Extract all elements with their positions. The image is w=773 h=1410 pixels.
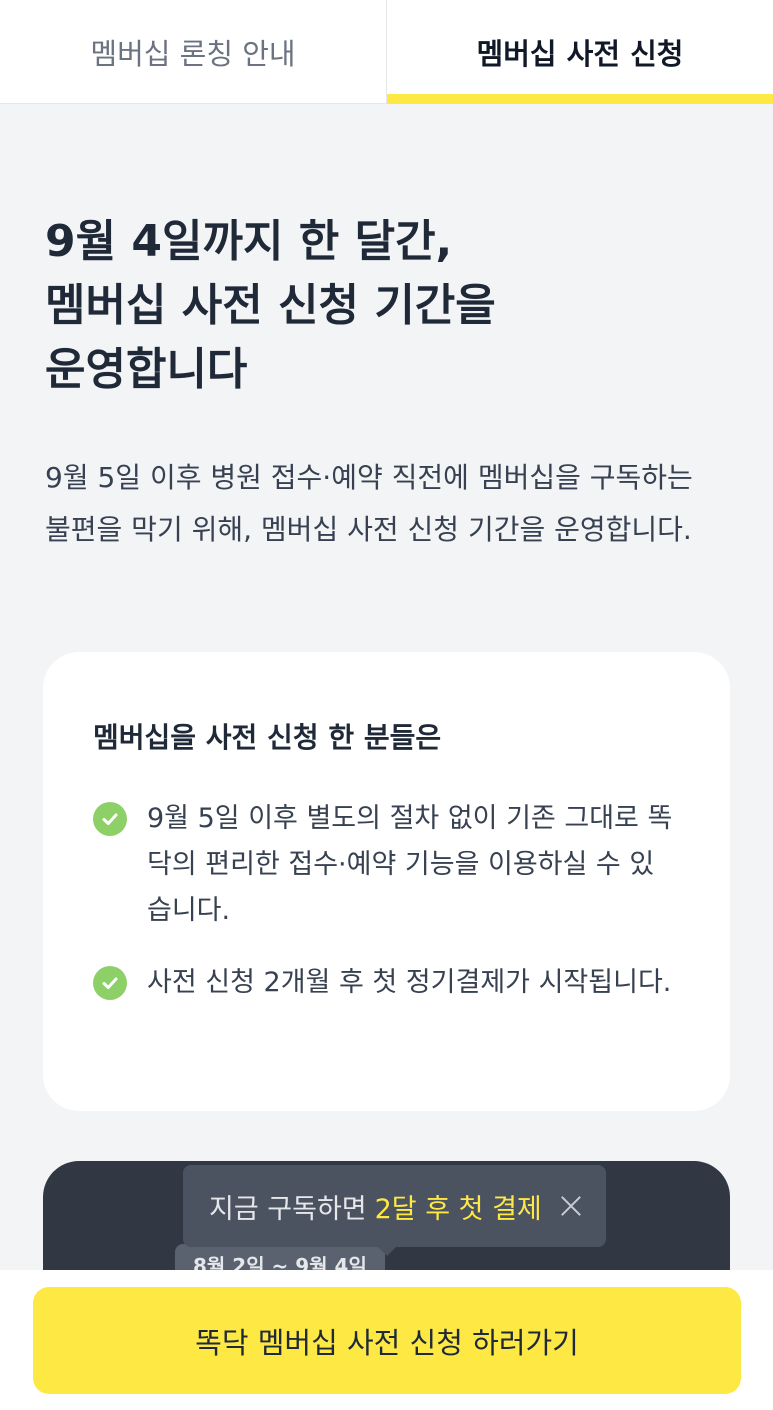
benefits-card: 멤버십을 사전 신청 한 분들은 9월 5일 이후 별도의 절차 없이 기존 그… <box>43 652 730 1111</box>
benefit-item-text: 사전 신청 2개월 후 첫 정기결제가 시작됩니다. <box>147 967 672 998</box>
page-description: 9월 5일 이후 병원 접수·예약 직전에 멤버십을 구독하는 불편을 막기 위… <box>45 461 693 546</box>
benefit-item: 9월 5일 이후 별도의 절차 없이 기존 그대로 똑닥의 편리한 접수·예약 … <box>93 796 683 934</box>
benefit-item-text: 9월 5일 이후 별도의 절차 없이 기존 그대로 똑닥의 편리한 접수·예약 … <box>147 803 673 926</box>
check-circle-icon <box>93 966 127 1000</box>
tab-membership-pre-registration[interactable]: 멤버십 사전 신청 <box>386 0 773 104</box>
page-headline: 9월 4일까지 한 달간, 멤버십 사전 신청 기간을 운영합니다 <box>45 216 496 395</box>
tooltip-highlight: 2달 후 첫 결제 <box>374 1193 542 1225</box>
close-icon[interactable] <box>558 1193 584 1219</box>
tab-membership-launch-info[interactable]: 멤버십 론칭 안내 <box>0 0 386 103</box>
main-content: 9월 4일까지 한 달간, 멤버십 사전 신청 기간을 운영합니다 9월 5일 … <box>0 104 773 1270</box>
pre-register-button[interactable]: 똑닥 멤버십 사전 신청 하러가기 <box>33 1287 741 1394</box>
tab-bar: 멤버십 론칭 안내 멤버십 사전 신청 <box>0 0 773 104</box>
bottom-action-bar: 똑닥 멤버십 사전 신청 하러가기 <box>0 1270 773 1410</box>
check-circle-icon <box>93 802 127 836</box>
tooltip-tail <box>375 1244 399 1256</box>
tooltip-prefix: 지금 구독하면 <box>209 1193 367 1225</box>
benefit-item: 사전 신청 2개월 후 첫 정기결제가 시작됩니다. <box>93 960 683 1006</box>
benefits-card-title: 멤버십을 사전 신청 한 분들은 <box>93 721 442 754</box>
subscription-tooltip: 지금 구독하면 2달 후 첫 결제 <box>183 1165 606 1247</box>
date-range-badge: 8월 2일 ~ 9월 4일 <box>175 1244 385 1270</box>
